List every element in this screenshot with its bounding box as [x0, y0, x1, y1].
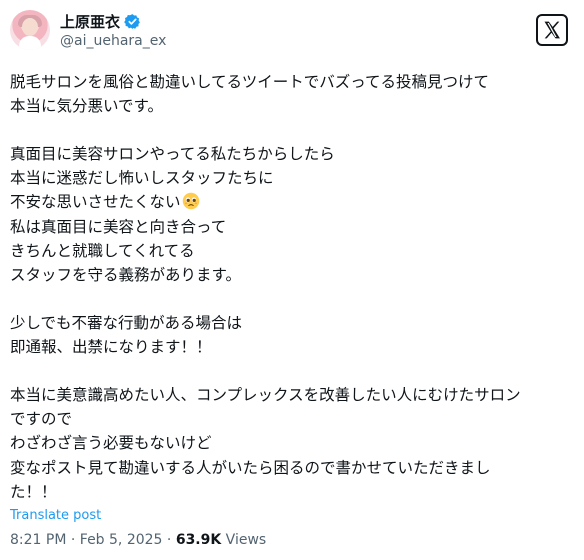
avatar-body: [19, 36, 41, 50]
meta-separator: ·: [162, 532, 176, 548]
avatar[interactable]: [10, 10, 50, 50]
author-handle[interactable]: @ai_uehara_ex: [60, 33, 166, 49]
tweet-line: 変なポスト見て勘違いする人がいたら困るので書かせていただきまし: [10, 458, 491, 477]
avatar-face: [22, 18, 38, 36]
tweet-text: 脱毛サロンを風俗と勘違いしてるツイートでバズってる投稿見つけて 本当に気分悪いで…: [10, 70, 576, 504]
tweet-line: スタッフを守る義務があります。: [10, 265, 241, 284]
translate-post-link[interactable]: Translate post: [10, 508, 101, 523]
tweet-line: 本当に迷惑だし怖いしスタッフたちに: [10, 169, 274, 188]
views-label: Views: [225, 532, 267, 548]
post-time[interactable]: 8:21 PM: [10, 532, 66, 548]
x-logo-icon[interactable]: [536, 14, 568, 46]
author-names: 上原亜衣 @ai_uehara_ex: [60, 11, 166, 49]
pleading-face-emoji-icon: [182, 192, 200, 210]
tweet-line: た！！: [10, 482, 57, 501]
tweet-line: 真面目に美容サロンやってる私たちからしたら: [10, 145, 335, 164]
tweet-line: きちんと就職してくれてる: [10, 241, 195, 260]
tweet-line: 本当に気分悪いです。: [10, 97, 163, 116]
tweet-card: 上原亜衣 @ai_uehara_ex 脱毛サロンを風俗と勘違いしてるツイートでバ…: [0, 0, 584, 560]
tweet-line: 少しでも不審な行動がある場合は: [10, 313, 243, 332]
views-count: 63.9K: [175, 532, 222, 548]
tweet-line: 不安な思いさせたくない: [10, 193, 181, 212]
display-name[interactable]: 上原亜衣: [60, 11, 120, 32]
post-date[interactable]: Feb 5, 2025: [80, 532, 163, 548]
verified-badge-icon: [124, 13, 141, 30]
tweet-line: ですので: [10, 410, 73, 429]
tweet-line: 即通報、出禁になります！！: [10, 338, 212, 357]
display-name-row: 上原亜衣: [60, 11, 166, 32]
tweet-line: 私は真面目に美容と向き合って: [10, 217, 227, 236]
tweet-line: 本当に美意識高めたい人、コンプレックスを改善したい人にむけたサロン: [10, 386, 521, 405]
meta-separator: ·: [66, 532, 80, 548]
tweet-line: 脱毛サロンを風俗と勘違いしてるツイートでバズってる投稿見つけて: [10, 73, 489, 91]
tweet-line: わざわざ言う必要もないけど: [10, 434, 212, 453]
tweet-meta: 8:21 PM · Feb 5, 2025 · 63.9K Views: [10, 532, 266, 548]
tweet-header: 上原亜衣 @ai_uehara_ex: [10, 10, 574, 56]
